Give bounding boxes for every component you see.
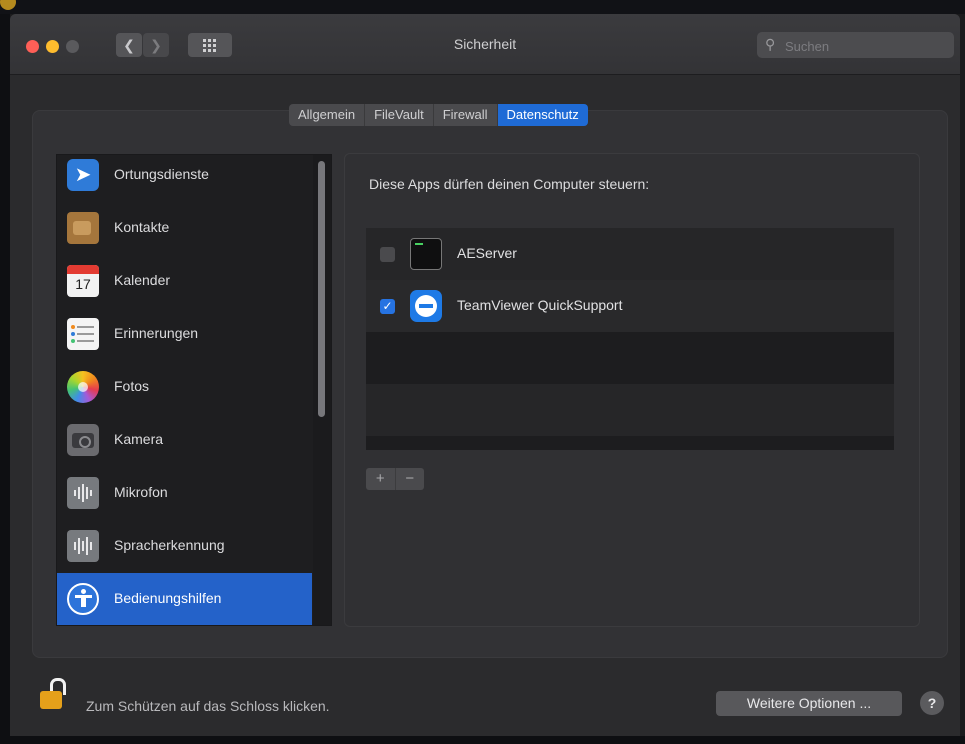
- teamviewer-icon: [410, 290, 442, 322]
- empty-row: [366, 384, 894, 436]
- app-checkbox-checked[interactable]: ✓: [380, 299, 395, 314]
- location-icon: ➤: [67, 159, 99, 191]
- list-item[interactable]: ✓ TeamViewer QuickSupport: [366, 280, 894, 332]
- lock-hint: Zum Schützen auf das Schloss klicken.: [86, 698, 330, 714]
- apps-list[interactable]: AEServer ✓ TeamViewer QuickSupport: [366, 228, 894, 450]
- search-input[interactable]: [783, 35, 947, 57]
- microphone-icon: [67, 477, 99, 509]
- bottom-edge: [0, 736, 965, 744]
- sidebar-item-kontakte[interactable]: Kontakte: [57, 202, 312, 254]
- privacy-sidebar[interactable]: ➤ Ortungsdienste Kontakte 17 Kalender Er…: [56, 154, 332, 626]
- tab-bar: Allgemein FileVault Firewall Datenschutz: [289, 104, 588, 126]
- sidebar-item-ortungsdienste[interactable]: ➤ Ortungsdienste: [57, 155, 312, 201]
- reminders-icon: [67, 318, 99, 350]
- speech-recognition-icon: [67, 530, 99, 562]
- tab-filevault[interactable]: FileVault: [365, 104, 434, 126]
- sidebar-item-mikrofon[interactable]: Mikrofon: [57, 467, 312, 519]
- app-name: AEServer: [457, 245, 517, 261]
- app-name: TeamViewer QuickSupport: [457, 297, 623, 313]
- sidebar-item-label: Kamera: [114, 431, 164, 447]
- sidebar-item-kamera[interactable]: Kamera: [57, 414, 312, 466]
- sidebar-item-fotos[interactable]: Fotos: [57, 361, 312, 413]
- calendar-icon: 17: [67, 265, 99, 297]
- add-button[interactable]: +: [366, 468, 396, 490]
- sidebar-item-label: Ortungsdienste: [114, 166, 209, 182]
- tab-datenschutz[interactable]: Datenschutz: [497, 104, 588, 126]
- search-icon: ⚲: [765, 36, 776, 52]
- top-strip: [0, 0, 965, 14]
- panel-heading: Diese Apps dürfen deinen Computer steuer…: [369, 176, 650, 192]
- sidebar-item-label: Kontakte: [114, 219, 170, 235]
- more-options-button[interactable]: Weitere Optionen ...: [716, 691, 902, 716]
- sidebar-item-kalender[interactable]: 17 Kalender: [57, 255, 312, 307]
- photos-icon: [67, 371, 99, 403]
- sidebar-scroll-thumb[interactable]: [318, 161, 325, 417]
- camera-icon: [67, 424, 99, 456]
- remove-button[interactable]: −: [396, 468, 425, 490]
- sidebar-item-label: Erinnerungen: [114, 325, 199, 341]
- lock-icon[interactable]: [40, 678, 66, 710]
- app-checkbox[interactable]: [380, 247, 395, 262]
- tab-firewall[interactable]: Firewall: [433, 104, 498, 126]
- preferences-window: ❮ ❯ Sicherheit ⚲ Allgemein FileVault Fir…: [10, 14, 960, 736]
- sidebar-item-label: Mikrofon: [114, 484, 168, 500]
- background-dot: [0, 0, 16, 10]
- search-field[interactable]: ⚲: [757, 32, 954, 58]
- titlebar: ❮ ❯ Sicherheit ⚲: [10, 14, 960, 75]
- accessibility-icon: [67, 583, 99, 615]
- sidebar-item-bedienungshilfen[interactable]: Bedienungshilfen: [57, 573, 312, 625]
- sidebar-item-label: Bedienungshilfen: [114, 590, 222, 606]
- left-edge: [0, 14, 10, 744]
- empty-row: [366, 332, 894, 384]
- terminal-icon: [410, 238, 442, 270]
- contacts-icon: [67, 212, 99, 244]
- help-button[interactable]: ?: [920, 691, 944, 715]
- add-remove-control: + −: [366, 468, 424, 490]
- sidebar-item-spracherkennung[interactable]: Spracherkennung: [57, 520, 312, 572]
- list-item[interactable]: AEServer: [366, 228, 894, 280]
- calendar-icon-date: 17: [75, 276, 91, 292]
- sidebar-item-label: Fotos: [114, 378, 150, 394]
- tab-allgemein[interactable]: Allgemein: [289, 104, 366, 126]
- sidebar-item-label: Kalender: [114, 272, 171, 288]
- sidebar-item-label: Spracherkennung: [114, 537, 225, 553]
- sidebar-item-erinnerungen[interactable]: Erinnerungen: [57, 308, 312, 360]
